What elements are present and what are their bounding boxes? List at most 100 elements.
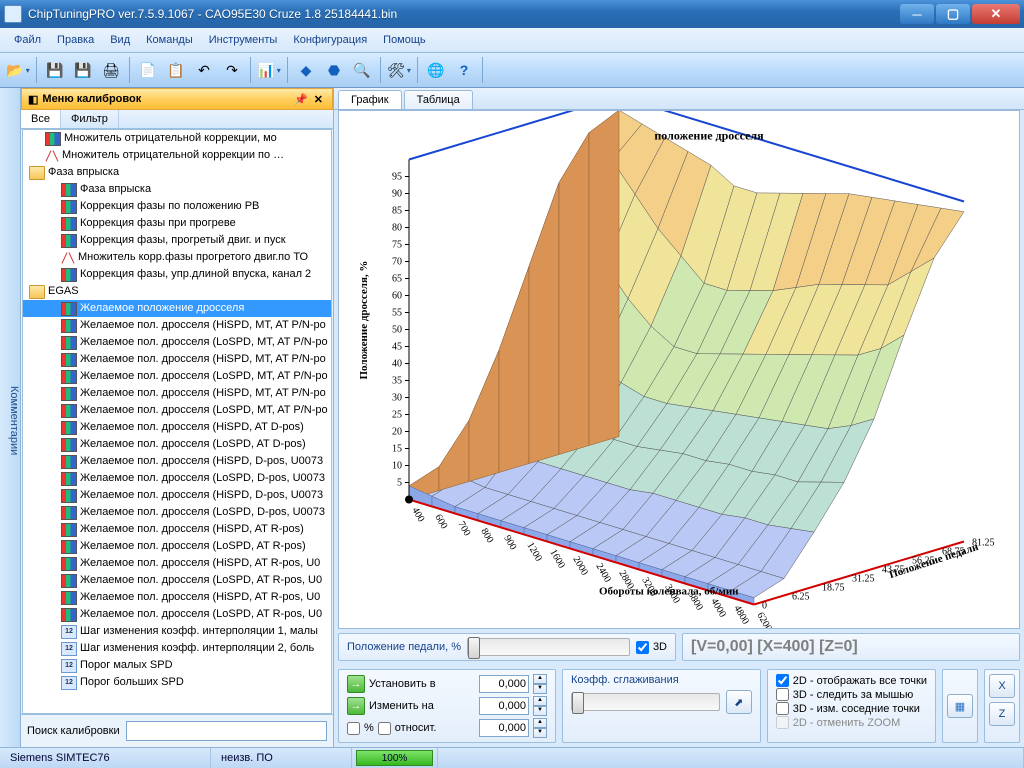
tree-item[interactable]: Желаемое пол. дросселя (HiSPD, AT D-pos): [23, 419, 331, 436]
menu-tools[interactable]: Инструменты: [201, 31, 286, 49]
set-button[interactable]: →: [347, 675, 365, 693]
svg-text:10: 10: [392, 461, 402, 472]
tab-graph[interactable]: График: [338, 90, 402, 109]
open-button[interactable]: 📂▾: [6, 58, 30, 82]
help-button[interactable]: ?: [452, 58, 476, 82]
tree-item[interactable]: Желаемое пол. дросселя (LoSPD, D-pos, U0…: [23, 470, 331, 487]
opt-2d-allpoints[interactable]: [776, 674, 789, 687]
tree-item[interactable]: 12Порог малых SPD: [23, 657, 331, 674]
status-firmware: неизв. ПО: [211, 748, 352, 768]
comments-sidebar-tab[interactable]: Комментарии: [0, 88, 21, 747]
tree-item[interactable]: Фаза впрыска: [23, 181, 331, 198]
tree-item[interactable]: Желаемое пол. дросселя (LoSPD, MT, AT P/…: [23, 402, 331, 419]
tree-item[interactable]: Фаза впрыска: [23, 164, 331, 181]
tree-item[interactable]: Желаемое пол. дросселя (HiSPD, D-pos, U0…: [23, 487, 331, 504]
tree-item[interactable]: Желаемое положение дросселя: [23, 300, 331, 317]
tree-item[interactable]: Желаемое пол. дросселя (HiSPD, D-pos, U0…: [23, 453, 331, 470]
set-spin-down[interactable]: ▼: [533, 684, 547, 694]
set-value[interactable]: [479, 675, 529, 693]
tree-item[interactable]: EGAS: [23, 283, 331, 300]
set-spin-up[interactable]: ▲: [533, 674, 547, 684]
tree-item[interactable]: Желаемое пол. дросселя (HiSPD, MT, AT P/…: [23, 351, 331, 368]
rel-spin-down[interactable]: ▼: [533, 728, 547, 738]
tree-item[interactable]: Коррекция фазы, прогретый двиг. и пуск: [23, 232, 331, 249]
rel-value[interactable]: [479, 719, 529, 737]
tree-item[interactable]: Коррекция фазы при прогреве: [23, 215, 331, 232]
panel-close-icon[interactable]: ✕: [311, 93, 326, 106]
undo-button[interactable]: ↶: [192, 58, 216, 82]
tree-item[interactable]: Желаемое пол. дросселя (LoSPD, MT, AT P/…: [23, 368, 331, 385]
change-button[interactable]: →: [347, 697, 365, 715]
checkbox-relative[interactable]: [378, 722, 391, 735]
tree-item[interactable]: Множитель корр.фазы прогретого двиг.по Т…: [23, 249, 331, 266]
tree-item[interactable]: Желаемое пол. дросселя (HiSPD, MT, AT P/…: [23, 317, 331, 334]
tab-filter[interactable]: Фильтр: [61, 110, 119, 128]
change-value[interactable]: [479, 697, 529, 715]
svg-text:6200: 6200: [754, 611, 774, 629]
info-button[interactable]: ◆: [294, 58, 318, 82]
save-button[interactable]: 💾: [43, 58, 67, 82]
num-icon: 12: [61, 625, 77, 639]
redo-button[interactable]: ↷: [220, 58, 244, 82]
tree-item[interactable]: Желаемое пол. дросселя (LoSPD, MT, AT P/…: [23, 334, 331, 351]
tree-item[interactable]: Множитель отрицательной коррекции по …: [23, 147, 331, 164]
surface-plot[interactable]: 5101520253035404550556065707580859095400…: [338, 110, 1020, 629]
smooth-apply-button[interactable]: ⬈: [726, 690, 752, 714]
menu-commands[interactable]: Команды: [138, 31, 201, 49]
tree-item-label: Желаемое пол. дросселя (LoSPD, AT R-pos): [80, 539, 306, 554]
tree-item[interactable]: Коррекция фазы по положению РВ: [23, 198, 331, 215]
tree-item[interactable]: Желаемое пол. дросселя (LoSPD, AT R-pos,…: [23, 606, 331, 623]
opt-3d-followmouse[interactable]: [776, 688, 789, 701]
close-button[interactable]: ✕: [972, 4, 1020, 24]
opt-3d-neighbors[interactable]: [776, 702, 789, 715]
change-spin-up[interactable]: ▲: [533, 696, 547, 706]
menu-view[interactable]: Вид: [102, 31, 138, 49]
pedal-slider[interactable]: [467, 638, 630, 656]
tree-item[interactable]: 12Шаг изменения коэфф. интерполяции 1, м…: [23, 623, 331, 640]
menu-file[interactable]: Файл: [6, 31, 49, 49]
search-input[interactable]: [126, 721, 327, 741]
grid-button[interactable]: ▦: [947, 694, 973, 718]
view-button[interactable]: ⬣: [322, 58, 346, 82]
maximize-button[interactable]: ▢: [936, 4, 970, 24]
tree-item[interactable]: Желаемое пол. дросселя (LoSPD, AT D-pos): [23, 436, 331, 453]
tab-table[interactable]: Таблица: [404, 90, 473, 109]
tab-all[interactable]: Все: [21, 110, 61, 128]
zoom-button[interactable]: 🔍: [350, 58, 374, 82]
tree-item[interactable]: Желаемое пол. дросселя (LoSPD, AT R-pos,…: [23, 572, 331, 589]
paste-button[interactable]: 📋: [164, 58, 188, 82]
tree-item[interactable]: Желаемое пол. дросселя (HiSPD, AT R-pos): [23, 521, 331, 538]
tree-item-label: Желаемое пол. дросселя (LoSPD, AT R-pos,…: [80, 607, 322, 622]
axis-z-button[interactable]: Z: [989, 702, 1015, 726]
tree-item-label: Коррекция фазы, упр.длиной впуска, канал…: [80, 267, 311, 282]
tree-item[interactable]: Желаемое пол. дросселя (HiSPD, MT, AT P/…: [23, 385, 331, 402]
tree-item[interactable]: 12Порог больших SPD: [23, 674, 331, 691]
num-icon: 12: [61, 642, 77, 656]
saveas-button[interactable]: 💾: [71, 58, 95, 82]
tree-item[interactable]: Желаемое пол. дросселя (HiSPD, AT R-pos,…: [23, 589, 331, 606]
minimize-button[interactable]: ─: [900, 4, 934, 24]
calibration-tree[interactable]: Множитель отрицательной коррекции, моМно…: [22, 129, 332, 714]
tree-item[interactable]: Желаемое пол. дросселя (LoSPD, D-pos, U0…: [23, 504, 331, 521]
tools-button[interactable]: 🛠▾: [387, 58, 411, 82]
tree-item[interactable]: Коррекция фазы, упр.длиной впуска, канал…: [23, 266, 331, 283]
menu-config[interactable]: Конфигурация: [285, 31, 375, 49]
folder-icon: [29, 166, 45, 180]
print-button[interactable]: 🖨: [99, 58, 123, 82]
checkbox-percent[interactable]: [347, 722, 360, 735]
menu-help[interactable]: Помощь: [375, 31, 434, 49]
tree-item[interactable]: Множитель отрицательной коррекции, мо: [23, 130, 331, 147]
compare-button[interactable]: 📊▾: [257, 58, 281, 82]
tree-item[interactable]: Желаемое пол. дросселя (LoSPD, AT R-pos): [23, 538, 331, 555]
axis-x-button[interactable]: X: [989, 674, 1015, 698]
copy-button[interactable]: 📄: [136, 58, 160, 82]
change-spin-down[interactable]: ▼: [533, 706, 547, 716]
update-button[interactable]: 🌐: [424, 58, 448, 82]
smooth-slider[interactable]: [571, 693, 720, 711]
tree-item[interactable]: Желаемое пол. дросселя (HiSPD, AT R-pos,…: [23, 555, 331, 572]
menu-edit[interactable]: Правка: [49, 31, 102, 49]
checkbox-3d[interactable]: [636, 641, 649, 654]
rel-spin-up[interactable]: ▲: [533, 718, 547, 728]
tree-item[interactable]: 12Шаг изменения коэфф. интерполяции 2, б…: [23, 640, 331, 657]
pin-icon[interactable]: 📌: [291, 93, 311, 106]
